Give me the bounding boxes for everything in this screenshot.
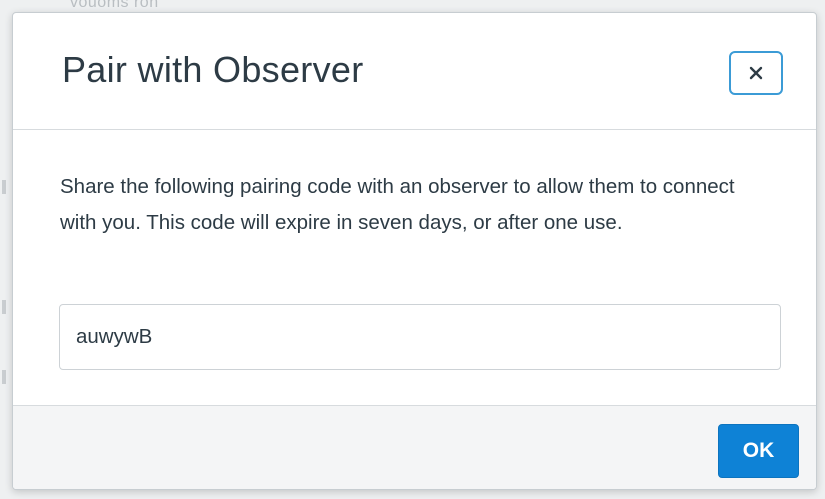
pairing-code-field[interactable]: auwywB	[59, 304, 781, 370]
dialog-body: Share the following pairing code with an…	[13, 131, 816, 405]
dialog-header: Pair with Observer	[13, 13, 816, 130]
backdrop-mark	[2, 370, 6, 384]
pair-with-observer-dialog: Pair with Observer Share the following p…	[12, 12, 817, 490]
backdrop-mark	[2, 180, 6, 194]
dialog-title: Pair with Observer	[62, 49, 364, 90]
close-button[interactable]	[729, 51, 783, 95]
close-icon	[749, 66, 763, 80]
dialog-footer: OK	[13, 405, 816, 489]
backdrop-mark	[2, 300, 6, 314]
pairing-description: Share the following pairing code with an…	[60, 175, 735, 234]
ok-button[interactable]: OK	[718, 424, 799, 478]
backdrop-text: vouoms ron	[70, 0, 159, 11]
